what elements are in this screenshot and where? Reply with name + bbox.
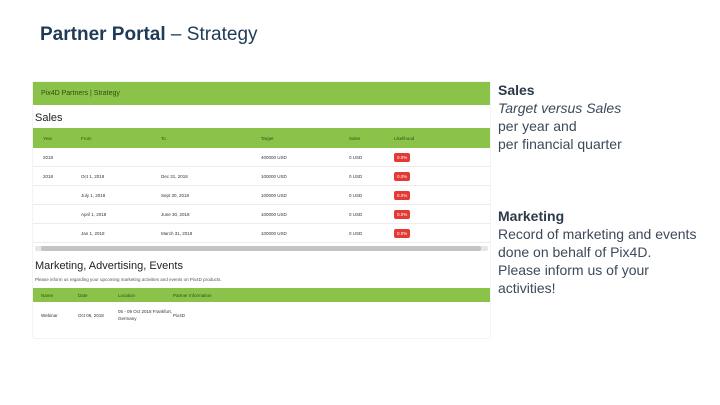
cell-from: Jan 1, 2018 — [81, 230, 105, 236]
slide-title: Partner Portal – Strategy — [40, 24, 258, 46]
likelihood-badge: 0.0% — [394, 190, 411, 200]
marketing-section-title: Marketing, Advertising, Events — [35, 260, 183, 272]
cell-year: 2018 — [43, 173, 54, 179]
table-row[interactable]: July 1, 2018 Sept 30, 2018 100000 USD 0 … — [33, 186, 490, 205]
cell-sales: 0 USD — [349, 192, 363, 198]
cell-to: Sept 30, 2018 — [161, 192, 190, 198]
cell-likelihood: 0.0% — [394, 209, 444, 219]
cell-sales: 0 USD — [349, 230, 363, 236]
col-location[interactable]: Location — [118, 292, 173, 299]
col-from[interactable]: From — [81, 136, 161, 141]
cell-from: April 1, 2018 — [81, 211, 107, 217]
table-row[interactable]: Webinar Oct 06, 2018 05 - 09 Oct 2018 Fr… — [33, 302, 490, 328]
cell-name: Webinar — [41, 312, 58, 318]
col-date[interactable]: Date — [78, 293, 118, 298]
sales-notes-heading: Sales — [498, 82, 535, 98]
cell-target: 100000 USD — [261, 230, 287, 236]
horizontal-scrollbar[interactable] — [35, 246, 488, 251]
table-row[interactable]: April 1, 2018 June 30, 2018 100000 USD 0… — [33, 205, 490, 224]
scrollbar-thumb[interactable] — [41, 246, 481, 251]
table-row[interactable]: 2018 Oct 1, 2018 Dec 31, 2018 100000 USD… — [33, 167, 490, 186]
cell-likelihood: 0.0% — [394, 152, 444, 162]
cell-likelihood: 0.0% — [394, 228, 444, 238]
likelihood-badge: 0.0% — [394, 228, 411, 238]
cell-sales: 0 USD — [349, 173, 363, 179]
sales-notes: Sales Target versus Sales per year and p… — [498, 81, 720, 153]
col-likelihood[interactable]: Likelihood — [394, 136, 444, 141]
slide-title-bold: Partner Portal — [40, 24, 166, 45]
marketing-notes-line-1: Record of marketing and events — [498, 226, 697, 242]
table-row[interactable]: Jan 1, 2018 March 31, 2018 100000 USD 0 … — [33, 224, 490, 243]
cell-from: Oct 1, 2018 — [81, 173, 105, 179]
portal-header-title: Pix4D Partners | Strategy — [41, 90, 120, 97]
sales-section-title: Sales — [35, 112, 63, 124]
marketing-note: Please inform us regarding your upcoming… — [35, 277, 222, 282]
marketing-notes-line-3: Please inform us of your — [498, 262, 649, 278]
cell-year: 2018 — [43, 154, 54, 160]
sales-notes-line-1: Target versus Sales — [498, 100, 622, 116]
cell-target: 400000 USD — [261, 154, 287, 160]
sales-table-header: Year From To Target Sales Likelihood — [33, 128, 490, 148]
cell-to: Dec 31, 2018 — [161, 173, 188, 179]
portal-header: Pix4D Partners | Strategy — [33, 82, 490, 105]
cell-from: July 1, 2018 — [81, 192, 106, 198]
marketing-table-header: Name Date Location Partner Information — [33, 288, 490, 302]
sales-notes-line-2: per year and — [498, 118, 577, 134]
marketing-notes-heading: Marketing — [498, 208, 565, 224]
col-target[interactable]: Target — [261, 136, 349, 141]
cell-likelihood: 0.0% — [394, 171, 444, 181]
cell-target: 100000 USD — [261, 211, 287, 217]
likelihood-badge: 0.0% — [394, 209, 411, 219]
cell-sales: 0 USD — [349, 154, 363, 160]
col-year[interactable]: Year — [33, 136, 81, 141]
slide-title-rest: – Strategy — [165, 24, 258, 45]
marketing-notes-line-4: activities! — [498, 280, 556, 296]
cell-to: March 31, 2018 — [161, 230, 193, 236]
col-to[interactable]: To — [161, 136, 261, 141]
likelihood-badge: 0.0% — [394, 171, 411, 181]
cell-target: 100000 USD — [261, 192, 287, 198]
cell-likelihood: 0.0% — [394, 190, 444, 200]
table-row[interactable]: 2018 400000 USD 0 USD 0.0% — [33, 148, 490, 167]
sales-notes-line-3: per financial quarter — [498, 136, 622, 152]
cell-partner-information: Pix4D — [173, 312, 186, 318]
cell-to: June 30, 2018 — [161, 211, 190, 217]
cell-sales: 0 USD — [349, 211, 363, 217]
col-sales[interactable]: Sales — [349, 136, 394, 141]
likelihood-badge: 0.0% — [394, 152, 411, 162]
cell-location: 05 - 09 Oct 2018 Frankfurt, Germany — [118, 309, 173, 321]
marketing-notes: Marketing Record of marketing and events… — [498, 207, 720, 297]
col-partner-information[interactable]: Partner Information — [173, 293, 233, 298]
cell-date: Oct 06, 2018 — [78, 312, 104, 318]
marketing-notes-line-2: done on behalf of Pix4D. — [498, 244, 652, 260]
cell-target: 100000 USD — [261, 173, 287, 179]
portal-screenshot: Pix4D Partners | Strategy Sales Year Fro… — [33, 82, 490, 338]
col-name[interactable]: Name — [33, 293, 78, 298]
